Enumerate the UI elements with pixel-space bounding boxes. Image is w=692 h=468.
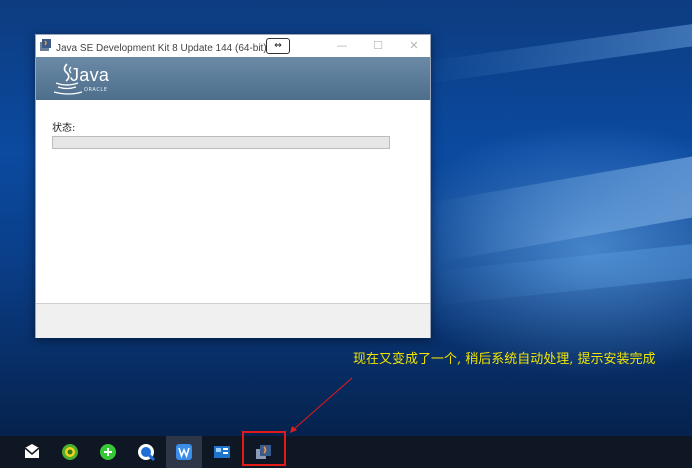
control-panel-icon bbox=[214, 446, 230, 458]
wallpaper-light-beam bbox=[427, 147, 692, 263]
taskbar-highlight-box bbox=[242, 431, 286, 466]
oracle-logo-text: ORACLE bbox=[84, 87, 108, 93]
taskbar-mail[interactable] bbox=[14, 436, 50, 468]
mail-icon bbox=[24, 444, 40, 458]
window-title: Java SE Development Kit 8 Update 144 (64… bbox=[56, 43, 286, 54]
jdk-installer-window: Java SE Development Kit 8 Update 144 (64… bbox=[35, 34, 431, 338]
java-logo-text: Java bbox=[70, 65, 110, 85]
taskbar-360[interactable] bbox=[52, 436, 88, 468]
status-label: 状态: bbox=[52, 123, 76, 134]
app-green-icon bbox=[100, 444, 116, 460]
taskbar bbox=[0, 436, 692, 468]
maximize-button[interactable]: ☐ bbox=[370, 38, 386, 54]
java-installer-app-icon bbox=[40, 39, 51, 51]
taskbar-browser[interactable] bbox=[128, 436, 164, 468]
java-banner: Java ORACLE bbox=[36, 57, 430, 100]
window-titlebar[interactable]: Java SE Development Kit 8 Update 144 (64… bbox=[36, 35, 430, 58]
install-progress-bar bbox=[52, 136, 390, 149]
window-button-area bbox=[36, 303, 430, 338]
close-button[interactable]: ✕ bbox=[406, 38, 422, 54]
minimize-button[interactable]: — bbox=[334, 38, 350, 54]
annotation-note: 现在又变成了一个, 稍后系统自动处理, 提示安装完成 bbox=[353, 352, 656, 367]
wallpaper-light-beam bbox=[420, 17, 692, 85]
taskbar-wps[interactable] bbox=[166, 436, 202, 468]
app-browser-icon bbox=[138, 444, 155, 461]
taskbar-control-panel[interactable] bbox=[204, 436, 240, 468]
taskbar-green-app[interactable] bbox=[90, 436, 126, 468]
resize-cursor-icon: ⇔ bbox=[266, 38, 290, 54]
wps-writer-icon bbox=[176, 444, 192, 460]
app-360-icon bbox=[62, 444, 78, 460]
